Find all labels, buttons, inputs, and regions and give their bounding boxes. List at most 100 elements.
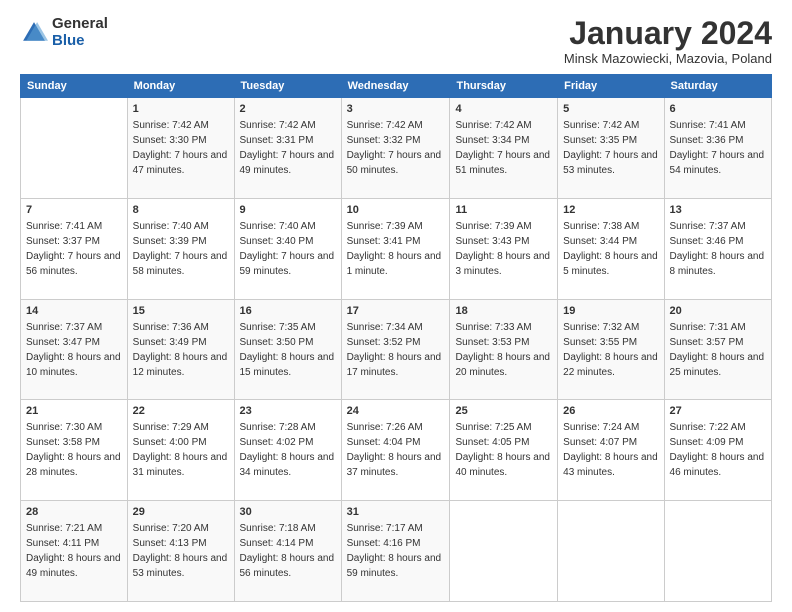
calendar-cell: 18 Sunrise: 7:33 AMSunset: 3:53 PMDaylig… bbox=[450, 299, 558, 400]
day-info: Sunrise: 7:42 AMSunset: 3:31 PMDaylight:… bbox=[240, 120, 335, 176]
day-info: Sunrise: 7:37 AMSunset: 3:47 PMDaylight:… bbox=[26, 322, 121, 378]
day-info: Sunrise: 7:28 AMSunset: 4:02 PMDaylight:… bbox=[240, 422, 335, 478]
calendar-cell: 17 Sunrise: 7:34 AMSunset: 3:52 PMDaylig… bbox=[341, 299, 450, 400]
day-number: 28 bbox=[26, 505, 122, 520]
month-title: January 2024 bbox=[564, 16, 772, 51]
day-number: 4 bbox=[455, 102, 552, 117]
calendar-cell: 24 Sunrise: 7:26 AMSunset: 4:04 PMDaylig… bbox=[341, 400, 450, 501]
calendar-cell: 14 Sunrise: 7:37 AMSunset: 3:47 PMDaylig… bbox=[21, 299, 128, 400]
day-number: 24 bbox=[347, 404, 445, 419]
day-number: 26 bbox=[563, 404, 658, 419]
day-info: Sunrise: 7:29 AMSunset: 4:00 PMDaylight:… bbox=[133, 422, 228, 478]
calendar-cell bbox=[21, 98, 128, 199]
day-number: 29 bbox=[133, 505, 229, 520]
calendar-cell: 21 Sunrise: 7:30 AMSunset: 3:58 PMDaylig… bbox=[21, 400, 128, 501]
page: General Blue January 2024 Minsk Mazowiec… bbox=[0, 0, 792, 612]
header-saturday: Saturday bbox=[664, 75, 771, 98]
calendar-cell bbox=[450, 501, 558, 602]
day-number: 6 bbox=[670, 102, 766, 117]
header: General Blue January 2024 Minsk Mazowiec… bbox=[20, 16, 772, 66]
day-info: Sunrise: 7:22 AMSunset: 4:09 PMDaylight:… bbox=[670, 422, 765, 478]
day-info: Sunrise: 7:39 AMSunset: 3:41 PMDaylight:… bbox=[347, 221, 442, 277]
calendar-cell: 16 Sunrise: 7:35 AMSunset: 3:50 PMDaylig… bbox=[234, 299, 341, 400]
day-info: Sunrise: 7:24 AMSunset: 4:07 PMDaylight:… bbox=[563, 422, 658, 478]
day-info: Sunrise: 7:38 AMSunset: 3:44 PMDaylight:… bbox=[563, 221, 658, 277]
calendar-cell: 27 Sunrise: 7:22 AMSunset: 4:09 PMDaylig… bbox=[664, 400, 771, 501]
day-number: 31 bbox=[347, 505, 445, 520]
logo-icon bbox=[20, 19, 48, 47]
day-info: Sunrise: 7:42 AMSunset: 3:30 PMDaylight:… bbox=[133, 120, 228, 176]
days-header-row: Sunday Monday Tuesday Wednesday Thursday… bbox=[21, 75, 772, 98]
logo: General Blue bbox=[20, 16, 108, 49]
calendar-cell: 31 Sunrise: 7:17 AMSunset: 4:16 PMDaylig… bbox=[341, 501, 450, 602]
day-number: 18 bbox=[455, 304, 552, 319]
logo-text: General Blue bbox=[52, 16, 108, 49]
day-info: Sunrise: 7:18 AMSunset: 4:14 PMDaylight:… bbox=[240, 523, 335, 579]
day-number: 16 bbox=[240, 304, 336, 319]
day-number: 7 bbox=[26, 203, 122, 218]
calendar-week-4: 21 Sunrise: 7:30 AMSunset: 3:58 PMDaylig… bbox=[21, 400, 772, 501]
calendar-week-3: 14 Sunrise: 7:37 AMSunset: 3:47 PMDaylig… bbox=[21, 299, 772, 400]
day-info: Sunrise: 7:41 AMSunset: 3:36 PMDaylight:… bbox=[670, 120, 765, 176]
calendar-cell: 10 Sunrise: 7:39 AMSunset: 3:41 PMDaylig… bbox=[341, 198, 450, 299]
calendar-cell: 19 Sunrise: 7:32 AMSunset: 3:55 PMDaylig… bbox=[558, 299, 664, 400]
header-monday: Monday bbox=[127, 75, 234, 98]
day-number: 11 bbox=[455, 203, 552, 218]
header-thursday: Thursday bbox=[450, 75, 558, 98]
day-info: Sunrise: 7:26 AMSunset: 4:04 PMDaylight:… bbox=[347, 422, 442, 478]
calendar-week-1: 1 Sunrise: 7:42 AMSunset: 3:30 PMDayligh… bbox=[21, 98, 772, 199]
header-friday: Friday bbox=[558, 75, 664, 98]
day-number: 15 bbox=[133, 304, 229, 319]
day-number: 9 bbox=[240, 203, 336, 218]
day-info: Sunrise: 7:42 AMSunset: 3:34 PMDaylight:… bbox=[455, 120, 550, 176]
logo-blue: Blue bbox=[52, 32, 85, 49]
calendar-table: Sunday Monday Tuesday Wednesday Thursday… bbox=[20, 74, 772, 602]
day-number: 10 bbox=[347, 203, 445, 218]
day-info: Sunrise: 7:42 AMSunset: 3:35 PMDaylight:… bbox=[563, 120, 658, 176]
header-tuesday: Tuesday bbox=[234, 75, 341, 98]
day-number: 22 bbox=[133, 404, 229, 419]
day-info: Sunrise: 7:40 AMSunset: 3:40 PMDaylight:… bbox=[240, 221, 335, 277]
calendar-cell: 11 Sunrise: 7:39 AMSunset: 3:43 PMDaylig… bbox=[450, 198, 558, 299]
title-block: January 2024 Minsk Mazowiecki, Mazovia, … bbox=[564, 16, 772, 66]
day-info: Sunrise: 7:30 AMSunset: 3:58 PMDaylight:… bbox=[26, 422, 121, 478]
day-info: Sunrise: 7:39 AMSunset: 3:43 PMDaylight:… bbox=[455, 221, 550, 277]
calendar-cell: 30 Sunrise: 7:18 AMSunset: 4:14 PMDaylig… bbox=[234, 501, 341, 602]
calendar-cell bbox=[664, 501, 771, 602]
day-number: 8 bbox=[133, 203, 229, 218]
day-number: 2 bbox=[240, 102, 336, 117]
calendar-cell: 29 Sunrise: 7:20 AMSunset: 4:13 PMDaylig… bbox=[127, 501, 234, 602]
day-number: 13 bbox=[670, 203, 766, 218]
day-number: 20 bbox=[670, 304, 766, 319]
calendar-cell: 5 Sunrise: 7:42 AMSunset: 3:35 PMDayligh… bbox=[558, 98, 664, 199]
day-number: 23 bbox=[240, 404, 336, 419]
day-info: Sunrise: 7:17 AMSunset: 4:16 PMDaylight:… bbox=[347, 523, 442, 579]
calendar-cell: 15 Sunrise: 7:36 AMSunset: 3:49 PMDaylig… bbox=[127, 299, 234, 400]
day-number: 19 bbox=[563, 304, 658, 319]
calendar-cell: 8 Sunrise: 7:40 AMSunset: 3:39 PMDayligh… bbox=[127, 198, 234, 299]
calendar-cell: 4 Sunrise: 7:42 AMSunset: 3:34 PMDayligh… bbox=[450, 98, 558, 199]
calendar-cell: 2 Sunrise: 7:42 AMSunset: 3:31 PMDayligh… bbox=[234, 98, 341, 199]
day-number: 17 bbox=[347, 304, 445, 319]
day-info: Sunrise: 7:21 AMSunset: 4:11 PMDaylight:… bbox=[26, 523, 121, 579]
day-info: Sunrise: 7:31 AMSunset: 3:57 PMDaylight:… bbox=[670, 322, 765, 378]
day-number: 27 bbox=[670, 404, 766, 419]
logo-general: General bbox=[52, 15, 108, 32]
day-number: 30 bbox=[240, 505, 336, 520]
calendar-cell: 25 Sunrise: 7:25 AMSunset: 4:05 PMDaylig… bbox=[450, 400, 558, 501]
day-info: Sunrise: 7:25 AMSunset: 4:05 PMDaylight:… bbox=[455, 422, 550, 478]
location-subtitle: Minsk Mazowiecki, Mazovia, Poland bbox=[564, 51, 772, 66]
calendar-cell bbox=[558, 501, 664, 602]
header-sunday: Sunday bbox=[21, 75, 128, 98]
calendar-cell: 20 Sunrise: 7:31 AMSunset: 3:57 PMDaylig… bbox=[664, 299, 771, 400]
day-info: Sunrise: 7:33 AMSunset: 3:53 PMDaylight:… bbox=[455, 322, 550, 378]
calendar-cell: 22 Sunrise: 7:29 AMSunset: 4:00 PMDaylig… bbox=[127, 400, 234, 501]
calendar-cell: 26 Sunrise: 7:24 AMSunset: 4:07 PMDaylig… bbox=[558, 400, 664, 501]
calendar-cell: 23 Sunrise: 7:28 AMSunset: 4:02 PMDaylig… bbox=[234, 400, 341, 501]
calendar-cell: 1 Sunrise: 7:42 AMSunset: 3:30 PMDayligh… bbox=[127, 98, 234, 199]
calendar-cell: 3 Sunrise: 7:42 AMSunset: 3:32 PMDayligh… bbox=[341, 98, 450, 199]
header-wednesday: Wednesday bbox=[341, 75, 450, 98]
calendar-cell: 13 Sunrise: 7:37 AMSunset: 3:46 PMDaylig… bbox=[664, 198, 771, 299]
day-info: Sunrise: 7:32 AMSunset: 3:55 PMDaylight:… bbox=[563, 322, 658, 378]
day-number: 14 bbox=[26, 304, 122, 319]
